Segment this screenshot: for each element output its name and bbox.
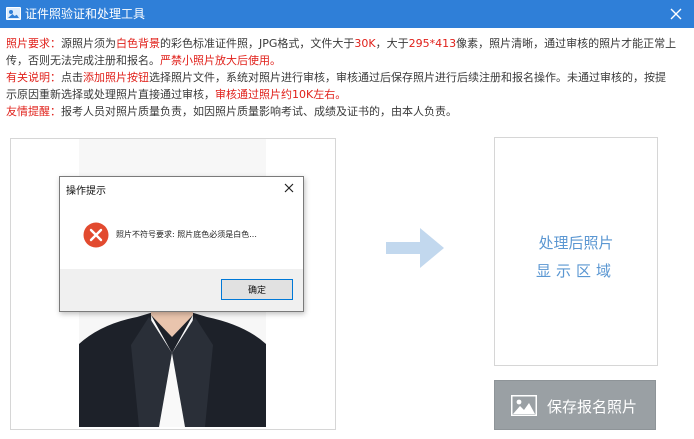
photo-app-icon xyxy=(6,7,21,20)
dialog-message: 照片不符号要求: 照片底色必须是白色... xyxy=(116,230,257,239)
instructions-line-1: 有关说明：点击添加照片按钮选择照片文件，系统对照片进行审核，审核通过后保存照片进… xyxy=(6,71,666,84)
requirements-label: 照片要求： xyxy=(6,37,61,50)
window-title: 证件照验证和处理工具 xyxy=(25,7,146,21)
window-close-icon[interactable] xyxy=(666,4,686,24)
dialog-title: 操作提示 xyxy=(66,186,106,197)
photo-requirements-line-1: 照片要求：源照片须为白色背景的彩色标准证件照，JPG格式，文件大于30K，大于2… xyxy=(6,37,677,50)
alert-dialog: 操作提示 照片不符号要求: 照片底色必须是白色... 确定 xyxy=(59,176,304,312)
processed-photo-panel: 处理后照片 显示区域 xyxy=(494,137,658,366)
dialog-close-icon[interactable] xyxy=(281,180,297,196)
instructions-text: 照片要求：源照片须为白色背景的彩色标准证件照，JPG格式，文件大于30K，大于2… xyxy=(6,35,690,120)
save-photo-button[interactable]: 保存报名照片 xyxy=(494,380,656,430)
title-bar: 证件照验证和处理工具 xyxy=(0,0,694,28)
dialog-footer: 确定 xyxy=(60,269,303,311)
reminder-line: 友情提醒：报考人员对照片质量负责，如因照片质量影响考试、成绩及证书的，由本人负责… xyxy=(6,105,457,118)
display-area-label: 显示区域 xyxy=(535,262,616,280)
save-photo-button-label: 保存报名照片 xyxy=(547,398,638,416)
image-icon xyxy=(511,395,537,416)
instructions-label: 有关说明： xyxy=(6,71,61,84)
reminder-label: 友情提醒： xyxy=(6,105,61,118)
ok-button[interactable]: 确定 xyxy=(221,279,293,300)
processed-photo-label: 处理后照片 xyxy=(538,234,614,252)
photo-requirements-line-2: 传，否则无法完成注册和报名。严禁小照片放大后使用。 xyxy=(6,54,281,67)
instructions-line-2: 示原因重新选择或处理照片直接通过审核，审核通过照片约10K左右。 xyxy=(6,88,347,101)
arrow-right-icon xyxy=(386,228,444,268)
error-icon xyxy=(83,222,109,248)
